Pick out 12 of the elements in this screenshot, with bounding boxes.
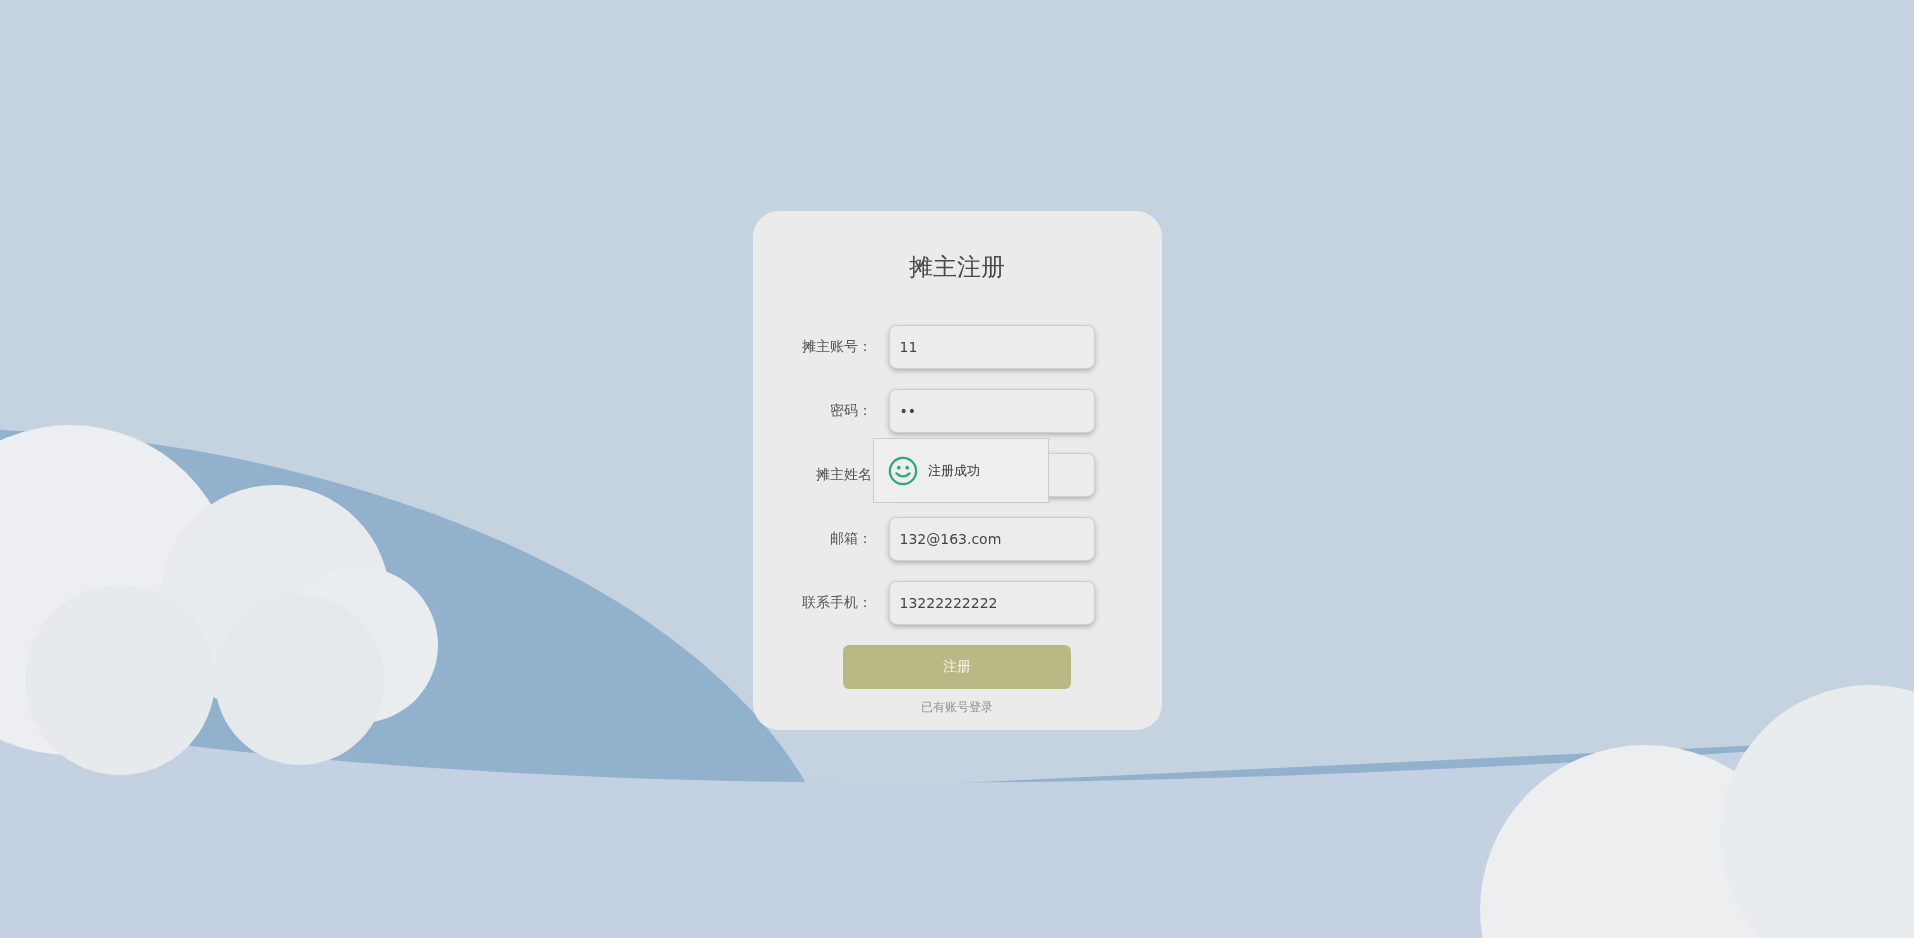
field-label: 摊主姓名 (814, 466, 872, 484)
input-field[interactable]: 13222222222 (888, 581, 1095, 625)
field-label: 邮箱： (828, 530, 872, 548)
field-label: 摊主账号： (800, 338, 872, 356)
smiley-icon (887, 455, 918, 486)
field-label: 密码： (828, 402, 872, 420)
input-field[interactable]: 11 (888, 325, 1095, 369)
toast-message: 注册成功 (927, 461, 980, 480)
field-label: 联系手机： (800, 594, 872, 612)
form-title: 摊主注册 (909, 252, 1005, 283)
input-field[interactable]: 132@163.com (888, 517, 1095, 561)
input-field[interactable]: •• (888, 389, 1095, 433)
